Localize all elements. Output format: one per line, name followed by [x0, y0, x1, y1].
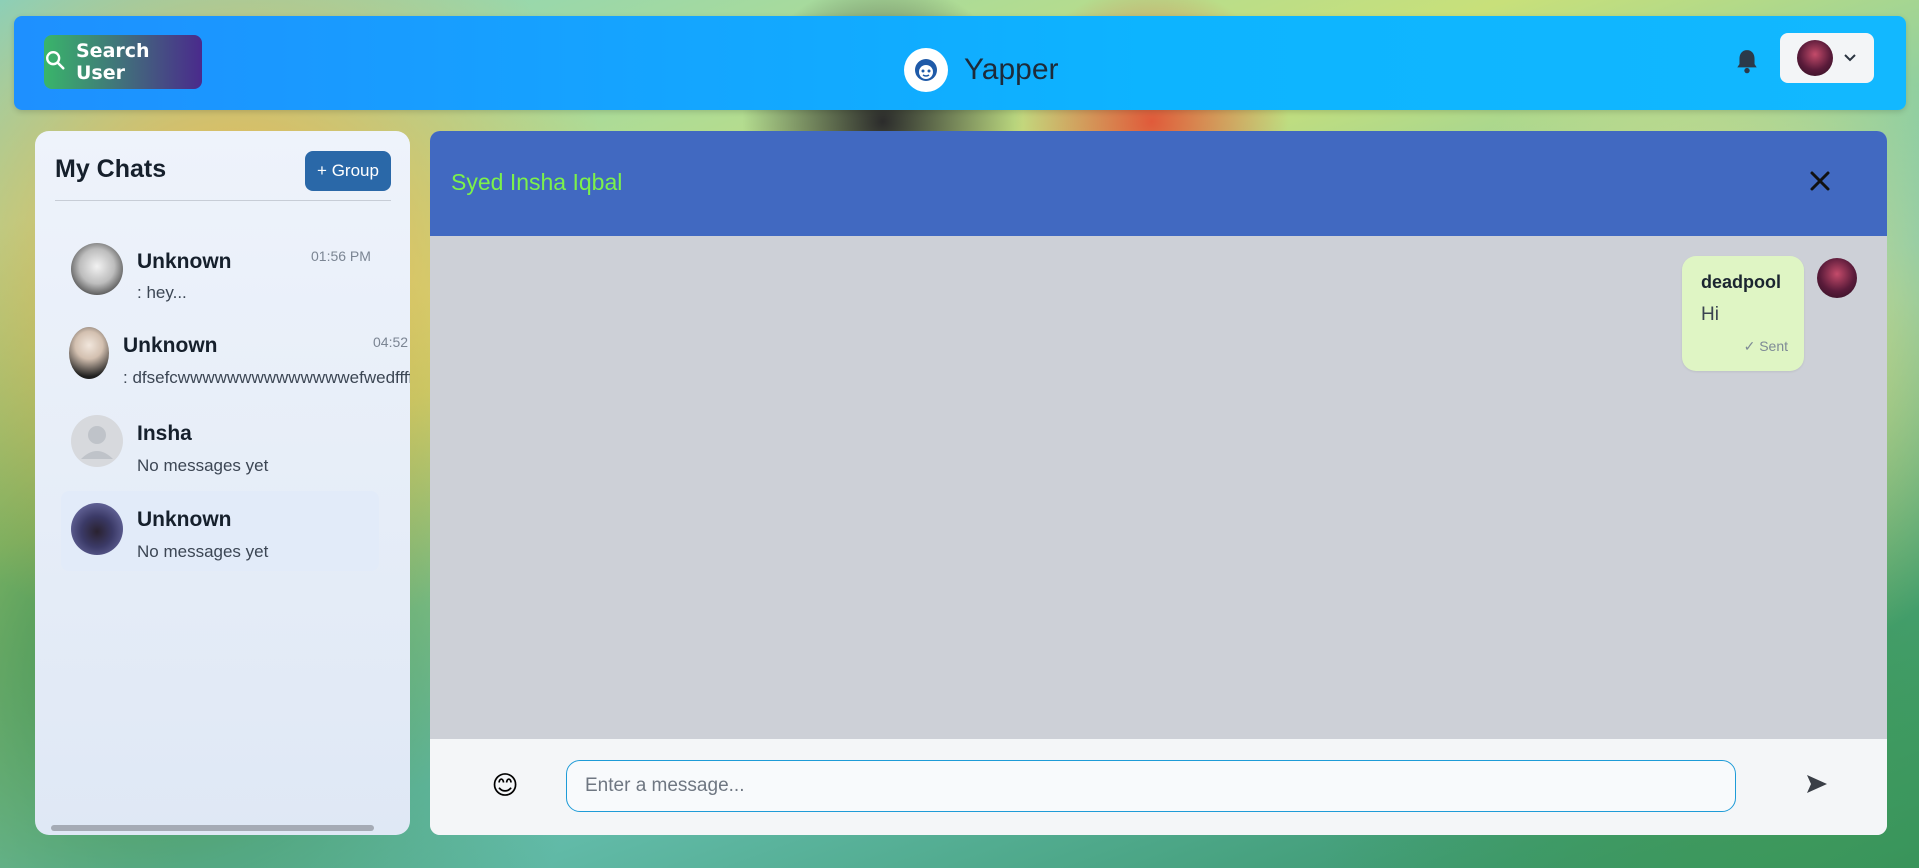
avatar [71, 503, 123, 555]
chat-list-item[interactable]: Insha No messages yet [61, 403, 379, 483]
search-user-button[interactable]: Search User [44, 35, 202, 89]
chat-preview: No messages yet [137, 456, 269, 475]
avatar [71, 243, 123, 295]
profile-menu-button[interactable] [1780, 33, 1874, 83]
emoji-icon: 😊 [491, 771, 519, 801]
chat-panel: Syed Insha Iqbal deadpool Hi ✓ Sent 😊 [430, 131, 1887, 835]
brand-name: Yapper [964, 53, 1059, 86]
divider [55, 200, 391, 201]
message-composer: 😊 [430, 739, 1887, 835]
search-user-label: Search User [76, 40, 150, 84]
chat-header: Syed Insha Iqbal [430, 131, 1887, 236]
chat-time: 01:56 PM [311, 248, 371, 264]
top-navbar: Search User Yapper [14, 16, 1906, 110]
chat-list-item[interactable]: Unknown 01:56 PM : hey... [61, 231, 379, 311]
chat-time: 04:52 [373, 334, 409, 350]
chat-preview: : dfsefcwwwwwwwwwwwwwwefwedffffff [123, 368, 410, 387]
message-bubble: deadpool Hi ✓ Sent [1682, 256, 1804, 371]
search-icon [44, 49, 66, 76]
avatar [1797, 40, 1833, 76]
chevron-down-icon [1843, 49, 1857, 68]
chat-name: Unknown [137, 250, 232, 273]
chat-name: Unknown [137, 508, 232, 531]
chat-list-item[interactable]: Unknown No messages yet [61, 491, 379, 571]
avatar [71, 415, 123, 467]
avatar [69, 327, 109, 379]
emoji-button[interactable]: 😊 [488, 769, 522, 803]
chat-list-item[interactable]: Unknown 04:52 : dfsefcwwwwwwwwwwwwwwefwe… [61, 317, 410, 397]
brand: Yapper [904, 48, 1059, 92]
sidebar-title: My Chats [55, 155, 167, 183]
message-status: ✓ Sent [1743, 338, 1788, 354]
chat-title: Syed Insha Iqbal [451, 169, 623, 195]
chat-name: Insha [137, 422, 192, 445]
user-placeholder-icon [81, 426, 113, 459]
brand-logo-icon [904, 48, 948, 92]
send-icon [1804, 771, 1830, 801]
send-button[interactable] [1800, 769, 1834, 803]
horizontal-scrollbar[interactable] [51, 825, 374, 831]
message-sender: deadpool [1701, 272, 1781, 292]
message-input[interactable] [566, 760, 1736, 812]
close-chat-button[interactable] [1802, 165, 1838, 201]
messages-area: deadpool Hi ✓ Sent [430, 236, 1887, 739]
chat-preview: : hey... [137, 283, 187, 302]
message-text: Hi [1701, 304, 1719, 325]
chat-name: Unknown [123, 334, 218, 357]
my-chats-sidebar: My Chats + Group Unknown 01:56 PM : hey.… [35, 131, 410, 835]
close-icon [1809, 170, 1831, 196]
new-group-button[interactable]: + Group [305, 151, 391, 191]
avatar [1817, 258, 1857, 298]
chat-preview: No messages yet [137, 542, 269, 561]
bell-icon[interactable] [1734, 48, 1764, 78]
